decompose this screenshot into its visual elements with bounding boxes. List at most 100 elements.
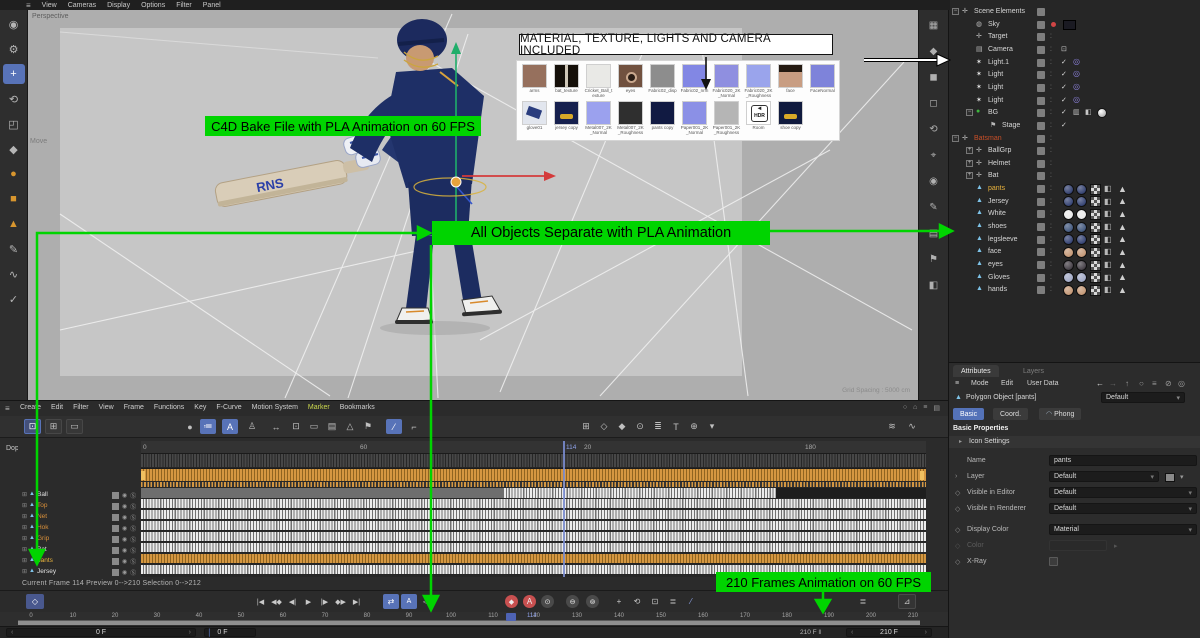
tl-menu-view[interactable]: View bbox=[99, 404, 114, 411]
layer-swatch[interactable] bbox=[1037, 159, 1045, 168]
menu-view[interactable]: View bbox=[42, 2, 57, 9]
keys-net[interactable] bbox=[141, 510, 926, 520]
record-position-button[interactable]: ⊖ bbox=[566, 595, 579, 608]
collapse-icon[interactable]: − bbox=[952, 8, 959, 15]
phong-tag-icon[interactable]: ◧ bbox=[1104, 184, 1112, 193]
previous-key-button[interactable]: ◀◆ bbox=[269, 594, 284, 609]
selection-tag-icon[interactable]: ▲ bbox=[1118, 184, 1127, 194]
selection-tag-icon[interactable]: ▲ bbox=[1118, 285, 1127, 295]
history-forward-icon[interactable]: → bbox=[1109, 379, 1117, 388]
texture-thumb[interactable]: jersey copy bbox=[552, 100, 581, 136]
material-tag-icon[interactable] bbox=[1076, 196, 1087, 208]
visibility-dots-icon[interactable]: ⁚ bbox=[1050, 237, 1052, 243]
object-row-face[interactable]: ▲ face ⁚ ◧ ▲ bbox=[949, 246, 1200, 258]
expand-icon[interactable]: ⊞ bbox=[22, 546, 27, 553]
material-tag-icon[interactable] bbox=[1076, 234, 1087, 246]
expand-icon[interactable]: ⊞ bbox=[22, 535, 27, 542]
timeline-menu-hamburger-icon[interactable]: ≡ bbox=[5, 404, 10, 413]
layer-square-icon[interactable] bbox=[112, 536, 119, 543]
main-frame-ruler[interactable]: 0 10 20 30 40 50 60 70 80 90 100 110 120 130 140 150 160… bbox=[0, 612, 948, 626]
solo-icon[interactable]: Ⓢ bbox=[130, 502, 136, 511]
eye-icon[interactable]: ◉ bbox=[122, 547, 127, 554]
eye-icon[interactable]: ◉ bbox=[122, 525, 127, 532]
axis-tool-icon[interactable]: ◆ bbox=[3, 139, 25, 159]
phong-tag-icon[interactable]: ◧ bbox=[1104, 197, 1112, 206]
autokeying-button[interactable]: A bbox=[523, 595, 536, 608]
selection-tag-icon[interactable]: ▲ bbox=[1118, 260, 1127, 270]
waveform-icon[interactable]: ≋ bbox=[884, 419, 900, 434]
visibility-dots-icon[interactable]: ⁚ bbox=[1050, 85, 1052, 91]
object-row-shoes[interactable]: ▲ shoes ⁚ ◧ ▲ bbox=[949, 221, 1200, 233]
object-row-white[interactable]: ▲ White ⁚ ◧ ▲ bbox=[949, 208, 1200, 220]
record-pla-icon[interactable]: ⊡ bbox=[648, 594, 662, 609]
enabled-check-icon[interactable]: ✓ bbox=[1061, 121, 1067, 129]
eye-icon[interactable]: ◉ bbox=[122, 492, 127, 499]
timeline-layout-icon[interactable]: ▤ bbox=[933, 404, 940, 412]
layer-square-icon[interactable] bbox=[112, 514, 119, 521]
record-rotation-button[interactable]: ⊚ bbox=[586, 595, 599, 608]
phong-tag-icon[interactable]: ◧ bbox=[1104, 235, 1112, 244]
layer-swatch[interactable] bbox=[1037, 210, 1045, 219]
texture-thumb[interactable]: Fabric020_2K_Normal bbox=[712, 64, 741, 99]
next-key-button[interactable]: ◆▶ bbox=[333, 594, 348, 609]
workplane-mode-icon[interactable]: ◻ bbox=[923, 94, 945, 112]
texture-thumb[interactable]: FaceNormal bbox=[808, 64, 837, 99]
select-settings-tool-icon[interactable]: ⚙ bbox=[3, 39, 25, 59]
selection-tag-icon[interactable]: ▲ bbox=[1118, 272, 1127, 282]
link-view-icon[interactable]: ● bbox=[182, 419, 198, 434]
texture-thumb[interactable]: Paper001_2K_Roughness bbox=[712, 100, 741, 136]
object-row-bg[interactable]: − ● BG ⁚ ✓ ▥ ◧ bbox=[949, 107, 1200, 119]
object-row-stage[interactable]: ⚑ Stage ⁚ ✓ bbox=[949, 120, 1200, 132]
display-filter-icon[interactable]: ◧ bbox=[923, 276, 945, 294]
layer-swatch[interactable] bbox=[1037, 223, 1045, 232]
layer-swatch[interactable] bbox=[1037, 71, 1045, 80]
expand-icon[interactable]: ⊞ bbox=[22, 568, 27, 575]
viewport-solo-icon[interactable]: ◉ bbox=[923, 172, 945, 190]
autokey-frame-button[interactable]: A bbox=[401, 594, 417, 609]
visibility-dots-icon[interactable]: ⁚ bbox=[1050, 47, 1052, 53]
step-interp-icon[interactable]: ⌐ bbox=[406, 419, 422, 434]
live-selection-tool-icon[interactable]: ◉ bbox=[3, 14, 25, 34]
move-tool-icon[interactable]: + bbox=[2, 64, 25, 84]
main-menu-hamburger-icon[interactable]: ≡ bbox=[26, 1, 31, 10]
track-row-top[interactable]: ⊞ ▲ Top ◉ Ⓢ bbox=[18, 500, 141, 512]
play-button[interactable]: ▶ bbox=[301, 594, 316, 609]
playhead-line[interactable] bbox=[563, 441, 565, 577]
material-tag-icon[interactable] bbox=[1063, 284, 1074, 296]
tl-menu-key[interactable]: Key bbox=[194, 404, 206, 411]
visibility-dots-icon[interactable]: ⁚ bbox=[1050, 211, 1052, 217]
tl-menu-edit[interactable]: Edit bbox=[51, 404, 63, 411]
phong-tag-icon[interactable]: ◧ bbox=[1085, 108, 1092, 116]
solo-icon[interactable]: Ⓢ bbox=[130, 535, 136, 544]
keyframe-selection-record-button[interactable]: ⊙ bbox=[541, 595, 554, 608]
material-tag-icon[interactable] bbox=[1063, 272, 1074, 284]
chevron-down-icon[interactable]: ▾ bbox=[1180, 473, 1184, 481]
texture-thumb[interactable]: bat_texture bbox=[552, 64, 581, 99]
menu-display[interactable]: Display bbox=[107, 2, 130, 9]
material-tag-icon[interactable] bbox=[1076, 246, 1087, 258]
attr-dropdown-display-color[interactable]: Material ▾ bbox=[1049, 524, 1197, 535]
linear-interp-icon[interactable]: ⁄ bbox=[386, 419, 402, 434]
fcurve-mode-button[interactable]: ⊞ bbox=[45, 419, 62, 434]
key-circle-icon[interactable]: ⊙ bbox=[632, 419, 648, 434]
target-tag-icon[interactable]: ◎ bbox=[1073, 57, 1080, 66]
eye-icon[interactable]: ◉ bbox=[122, 536, 127, 543]
layer-swatch[interactable] bbox=[1037, 147, 1045, 156]
tl-menu-bookmarks[interactable]: Bookmarks bbox=[340, 404, 375, 411]
keys-top[interactable] bbox=[141, 499, 926, 509]
layer-square-icon[interactable] bbox=[112, 503, 119, 510]
texture-thumb[interactable]: pants copy bbox=[648, 100, 677, 136]
target-tag-icon[interactable]: ◎ bbox=[1073, 69, 1080, 78]
track-row-net[interactable]: ⊞ ▲ Net ◉ Ⓢ bbox=[18, 511, 141, 523]
tl-menu-functions[interactable]: Functions bbox=[154, 404, 184, 411]
visibility-dots-icon[interactable]: ⁚ bbox=[1050, 72, 1052, 78]
texture-thumb[interactable]: Fabric02_nrm bbox=[680, 64, 709, 99]
tangent-icon[interactable]: T bbox=[668, 419, 684, 434]
object-row-batsman[interactable]: − ✛ Batsman ⁚ bbox=[949, 133, 1200, 145]
eye-icon[interactable]: ◉ bbox=[122, 558, 127, 565]
attr-menu-user-data[interactable]: User Data bbox=[1027, 380, 1059, 387]
layer-square-icon[interactable] bbox=[112, 569, 119, 576]
brush-tool-icon[interactable]: ✎ bbox=[3, 239, 25, 259]
material-tag-icon[interactable] bbox=[1063, 196, 1074, 208]
texture-thumb[interactable]: eyes bbox=[616, 64, 645, 99]
